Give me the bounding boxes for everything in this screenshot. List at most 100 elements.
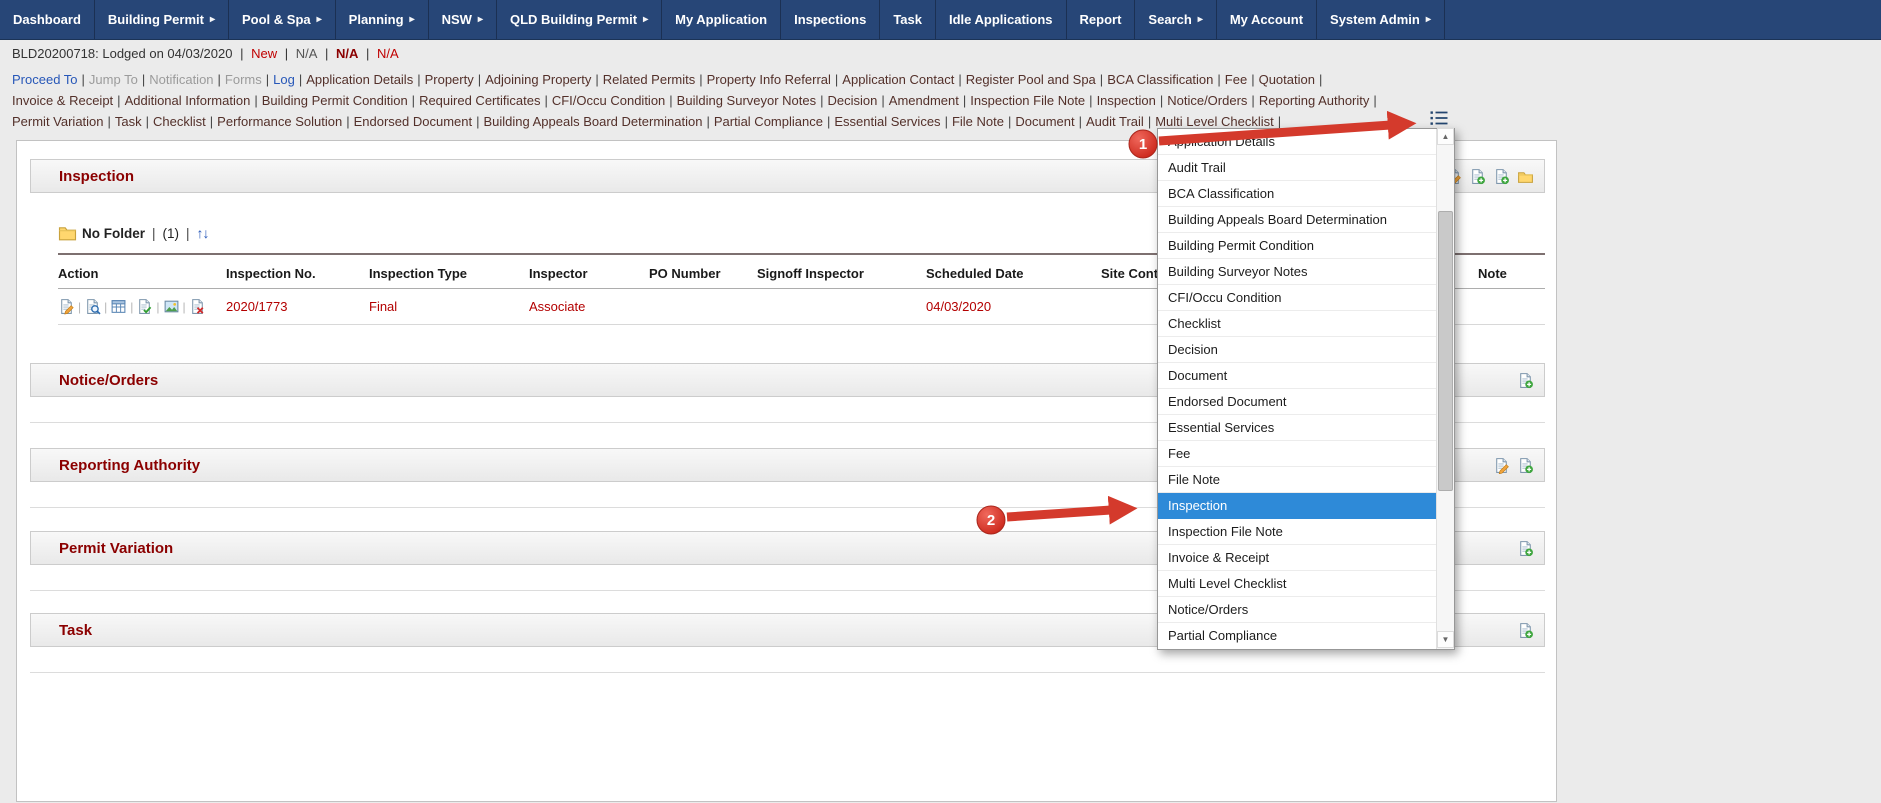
scroll-up-button[interactable]: ▲ <box>1437 128 1454 145</box>
edit-document-icon[interactable] <box>1493 457 1510 474</box>
link-fee[interactable]: Fee <box>1225 72 1247 87</box>
nav-item-idle-applications[interactable]: Idle Applications <box>936 0 1067 39</box>
dropdown-item-file-note[interactable]: File Note <box>1158 467 1438 493</box>
link-decision[interactable]: Decision <box>828 93 878 108</box>
nav-item-search[interactable]: Search ▸ <box>1135 0 1217 39</box>
dropdown-item-inspection[interactable]: Inspection <box>1158 493 1438 519</box>
nav-item-my-account[interactable]: My Account <box>1217 0 1318 39</box>
scrollbar-thumb[interactable] <box>1438 211 1453 491</box>
link-bca-classification[interactable]: BCA Classification <box>1107 72 1213 87</box>
link-building-permit-condition[interactable]: Building Permit Condition <box>262 93 408 108</box>
dropdown-item-application-details[interactable]: Application Details <box>1158 129 1438 155</box>
nav-item-task[interactable]: Task <box>880 0 936 39</box>
nav-item-report[interactable]: Report <box>1067 0 1136 39</box>
dropdown-item-inspection-file-note[interactable]: Inspection File Note <box>1158 519 1438 545</box>
dropdown-item-decision[interactable]: Decision <box>1158 337 1438 363</box>
link-application-contact[interactable]: Application Contact <box>842 72 954 87</box>
link-amendment[interactable]: Amendment <box>889 93 959 108</box>
approve-icon[interactable] <box>136 298 153 315</box>
dropdown-item-checklist[interactable]: Checklist <box>1158 311 1438 337</box>
dropdown-item-notice-orders[interactable]: Notice/Orders <box>1158 597 1438 623</box>
link-cfi-occu-condition[interactable]: CFI/Occu Condition <box>552 93 665 108</box>
nav-item-planning[interactable]: Planning ▸ <box>336 0 429 39</box>
top-nav: Dashboard Building Permit ▸ Pool & Spa ▸ Plan… <box>0 0 1881 40</box>
link-additional-information[interactable]: Additional Information <box>125 93 251 108</box>
link-proceed-to[interactable]: Proceed To <box>12 72 78 87</box>
add-document-icon[interactable] <box>1517 540 1534 557</box>
link-audit-trail[interactable]: Audit Trail <box>1086 114 1144 129</box>
nav-item-building-permit[interactable]: Building Permit ▸ <box>95 0 229 39</box>
dropdown-item-fee[interactable]: Fee <box>1158 441 1438 467</box>
link-inspection-file-note[interactable]: Inspection File Note <box>970 93 1085 108</box>
separator: | <box>362 46 373 61</box>
separator: | <box>826 114 831 129</box>
link-endorsed-document[interactable]: Endorsed Document <box>354 114 473 129</box>
dropdown-item-essential-services[interactable]: Essential Services <box>1158 415 1438 441</box>
link-invoice-receipt[interactable]: Invoice & Receipt <box>12 93 113 108</box>
link-adjoining-property[interactable]: Adjoining Property <box>485 72 591 87</box>
link-register-pool-and-spa[interactable]: Register Pool and Spa <box>966 72 1096 87</box>
nav-item-dashboard[interactable]: Dashboard <box>0 0 95 39</box>
separator: | <box>476 114 480 129</box>
link-building-surveyor-notes[interactable]: Building Surveyor Notes <box>677 93 816 108</box>
link-file-note[interactable]: File Note <box>952 114 1004 129</box>
scroll-down-button[interactable]: ▼ <box>1437 631 1454 648</box>
view-icon[interactable] <box>84 298 101 315</box>
dropdown-item-building-appeals-board-determination[interactable]: Building Appeals Board Determination <box>1158 207 1438 233</box>
nav-item-inspections[interactable]: Inspections <box>781 0 881 39</box>
submenu-arrow-icon: ▸ <box>316 14 322 25</box>
dropdown-item-invoice-receipt[interactable]: Invoice & Receipt <box>1158 545 1438 571</box>
link-multi-level-checklist[interactable]: Multi Level Checklist <box>1155 114 1274 129</box>
dropdown-item-audit-trail[interactable]: Audit Trail <box>1158 155 1438 181</box>
nav-item-my-application[interactable]: My Application <box>662 0 782 39</box>
dropdown-scrollbar[interactable]: ▲ ▼ <box>1436 128 1454 649</box>
dropdown-item-document[interactable]: Document <box>1158 363 1438 389</box>
add-document-icon[interactable] <box>1517 622 1534 639</box>
nav-item-system-admin[interactable]: System Admin ▸ <box>1317 0 1445 39</box>
sort-icon[interactable]: ↑↓ <box>197 225 210 241</box>
link-partial-compliance[interactable]: Partial Compliance <box>714 114 823 129</box>
add-document-icon[interactable] <box>1469 168 1486 185</box>
link-building-appeals-board-determination[interactable]: Building Appeals Board Determination <box>483 114 702 129</box>
status-values: | New | N/A | N/A | N/A <box>232 46 399 61</box>
add-document-icon[interactable] <box>1517 457 1534 474</box>
link-log[interactable]: Log <box>273 72 295 87</box>
separator: | <box>962 93 967 108</box>
link-application-details[interactable]: Application Details <box>306 72 413 87</box>
report-icon[interactable] <box>110 298 127 315</box>
link-essential-services[interactable]: Essential Services <box>834 114 940 129</box>
reporting-authority-header-icons <box>1493 457 1534 474</box>
link-required-certificates[interactable]: Required Certificates <box>419 93 540 108</box>
delete-icon[interactable] <box>189 298 206 315</box>
dropdown-item-bca-classification[interactable]: BCA Classification <box>1158 181 1438 207</box>
link-reporting-authority[interactable]: Reporting Authority <box>1259 93 1370 108</box>
dropdown-item-partial-compliance[interactable]: Partial Compliance <box>1158 623 1438 649</box>
dropdown-item-endorsed-document[interactable]: Endorsed Document <box>1158 389 1438 415</box>
folder-icon[interactable] <box>1517 168 1534 185</box>
separator: | <box>669 93 673 108</box>
link-document[interactable]: Document <box>1015 114 1074 129</box>
link-property-info-referral[interactable]: Property Info Referral <box>707 72 831 87</box>
list-menu-icon[interactable] <box>1428 108 1450 128</box>
add-document-icon[interactable] <box>1517 372 1534 389</box>
nav-item-qld-building-permit[interactable]: QLD Building Permit ▸ <box>497 0 663 39</box>
link-checklist[interactable]: Checklist <box>153 114 206 129</box>
photo-icon[interactable] <box>163 298 180 315</box>
link-notice-orders[interactable]: Notice/Orders <box>1167 93 1247 108</box>
add-document-icon[interactable] <box>1493 168 1510 185</box>
nav-item-pool-spa[interactable]: Pool & Spa ▸ <box>229 0 336 39</box>
link-property[interactable]: Property <box>425 72 474 87</box>
dropdown-item-building-permit-condition[interactable]: Building Permit Condition <box>1158 233 1438 259</box>
dropdown-item-multi-level-checklist[interactable]: Multi Level Checklist <box>1158 571 1438 597</box>
dropdown-item-building-surveyor-notes[interactable]: Building Surveyor Notes <box>1158 259 1438 285</box>
nav-item-nsw[interactable]: NSW ▸ <box>429 0 497 39</box>
link-permit-variation[interactable]: Permit Variation <box>12 114 104 129</box>
nav-item-label: Search <box>1148 12 1192 27</box>
link-related-permits[interactable]: Related Permits <box>603 72 695 87</box>
link-inspection[interactable]: Inspection <box>1097 93 1156 108</box>
link-performance-solution[interactable]: Performance Solution <box>217 114 342 129</box>
edit-icon[interactable] <box>58 298 75 315</box>
dropdown-item-cfi-occu-condition[interactable]: CFI/Occu Condition <box>1158 285 1438 311</box>
link-quotation[interactable]: Quotation <box>1259 72 1315 87</box>
link-task[interactable]: Task <box>115 114 142 129</box>
